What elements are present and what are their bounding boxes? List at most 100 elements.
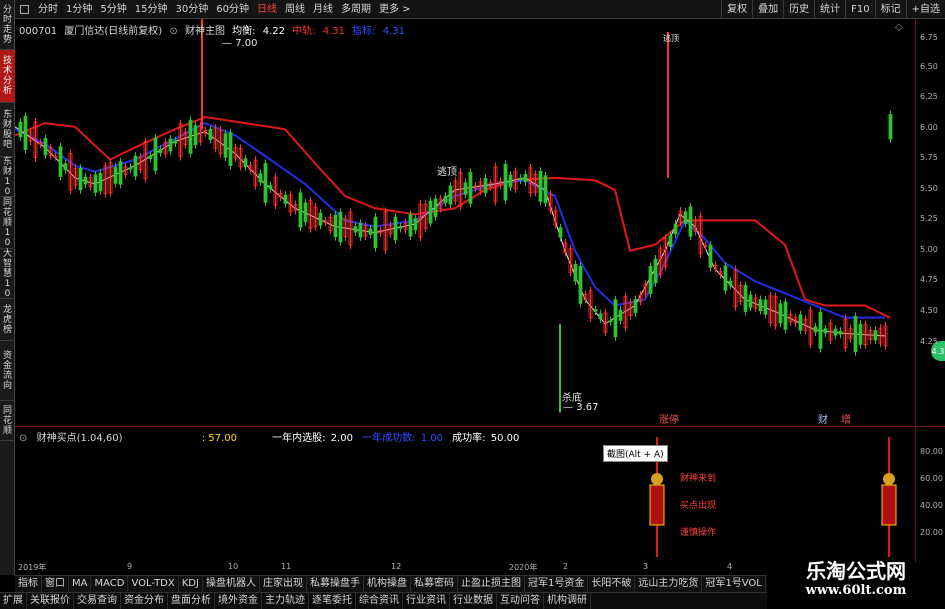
period-tab-10[interactable]: 更多 > (375, 0, 415, 19)
window-toggle-icon[interactable] (20, 4, 29, 14)
candle-body (743, 285, 748, 312)
sidebar-item-3[interactable]: 东财10 (0, 157, 15, 197)
period-tab-0[interactable]: 分时 (34, 0, 62, 19)
price-axis-tick: 6.00 (920, 123, 938, 132)
indicator-tab-7[interactable]: 庄家出现 (260, 576, 307, 592)
indicator-tab-3[interactable]: MACD (91, 576, 129, 592)
sidebar-item-char: 花 (2, 415, 12, 426)
candle-body (503, 163, 508, 201)
sub-axis-tick: 20.00 (920, 528, 943, 537)
indicator-tab-4[interactable]: VOL-TDX (128, 576, 179, 592)
bottom-tab-11[interactable]: 互动问答 (497, 593, 544, 609)
bottom-tab-12[interactable]: 机构调研 (544, 593, 591, 609)
toolbar-right-button-5[interactable]: 标记 (874, 0, 906, 19)
candle-body (668, 235, 673, 247)
bottom-tab-4[interactable]: 盘面分析 (168, 593, 215, 609)
indicator-tab-11[interactable]: 止盈止损主图 (458, 576, 525, 592)
sidebar-item-4[interactable]: 同花顺10 (0, 197, 15, 249)
limit-up-label: 涨停 (659, 415, 679, 426)
bottom-tab-6[interactable]: 主力轨迹 (262, 593, 309, 609)
toolbar-right-button-4[interactable]: F10 (845, 0, 874, 19)
period-tab-6[interactable]: 日线 (253, 0, 281, 19)
sub-formula-icon[interactable]: ⊙ (19, 433, 27, 444)
timeline-label: 2 (563, 562, 569, 571)
candle-body (838, 330, 843, 335)
bottom-tab-7[interactable]: 逐笔委托 (309, 593, 356, 609)
sidebar-item-char: 资 (2, 350, 12, 361)
bottom-tab-9[interactable]: 行业资讯 (403, 593, 450, 609)
candle-body (63, 163, 68, 171)
candle-body (78, 167, 83, 191)
period-tab-2[interactable]: 5分钟 (96, 0, 130, 19)
bottom-tab-3[interactable]: 资金分布 (121, 593, 168, 609)
candle-body (428, 200, 433, 224)
candle-body (408, 214, 413, 237)
bottom-tab-5[interactable]: 境外资金 (215, 593, 262, 609)
indicator-tab-1[interactable]: 窗口 (42, 576, 69, 592)
indicator-tab-0[interactable]: 指标 (15, 576, 42, 592)
period-tab-1[interactable]: 1分钟 (62, 0, 96, 19)
candle-body (128, 167, 133, 170)
formula-name[interactable]: 财神主图 (185, 26, 225, 37)
sidebar-item-char: 0 (4, 288, 11, 299)
sidebar-item-char: 1 (4, 278, 11, 289)
sidebar-item-5[interactable]: 大智慧10 (0, 249, 15, 299)
bottom-tab-1[interactable]: 关联报价 (27, 593, 74, 609)
left-sidebar: 分时走势技术分析东财股吧东财10同花顺10大智慧10龙虎榜资金流向同花顺 (0, 0, 15, 575)
screenshot-tooltip: 截图(Alt + A) (603, 445, 668, 462)
kline-canvas[interactable] (14, 7, 915, 426)
period-tab-4[interactable]: 30分钟 (171, 0, 212, 19)
sub-formula-name[interactable]: 财神买点(1.04,60) (37, 433, 123, 444)
lower-value: 4.31 (382, 26, 405, 37)
indicator-tab-15[interactable]: 冠军1号VOL (702, 576, 766, 592)
indicator-tab-14[interactable]: 远山主力吃货 (635, 576, 703, 592)
sidebar-item-0[interactable]: 分时走势 (0, 0, 15, 50)
toolbar-right-button-0[interactable]: 复权 (721, 0, 752, 19)
bottom-tab-10[interactable]: 行业数据 (450, 593, 497, 609)
period-tab-5[interactable]: 60分钟 (212, 0, 253, 19)
bottom-tab-2[interactable]: 交易查询 (74, 593, 121, 609)
sidebar-item-7[interactable]: 资金流向 (0, 341, 15, 401)
indicator-tab-13[interactable]: 长阳不破 (588, 576, 636, 592)
period-tab-9[interactable]: 多周期 (337, 0, 375, 19)
candle-body (368, 228, 373, 235)
rate-value: 50.00 (490, 433, 520, 444)
period-tab-3[interactable]: 15分钟 (131, 0, 172, 19)
sidebar-item-2[interactable]: 东财股吧 (0, 103, 15, 157)
indicator-tab-12[interactable]: 冠军1号资金 (525, 576, 589, 592)
formula-icon[interactable]: ⊙ (169, 26, 177, 37)
sidebar-item-char: 东 (2, 156, 12, 167)
period-tab-7[interactable]: 周线 (281, 0, 309, 19)
indicator-tab-9[interactable]: 机构操盘 (364, 576, 411, 592)
sidebar-item-char: 财 (2, 119, 12, 130)
indicator-tab-8[interactable]: 私募操盘手 (307, 576, 364, 592)
bottom-tab-8[interactable]: 综合资讯 (356, 593, 403, 609)
candle-body (508, 174, 513, 188)
candle-body (83, 176, 88, 185)
bottom-tab-0[interactable]: 扩展 (0, 593, 27, 609)
peak-price-label: — 7.00 (222, 38, 258, 49)
sidebar-item-1[interactable]: 技术分析 (0, 50, 15, 103)
sidebar-item-6[interactable]: 龙虎榜 (0, 299, 15, 341)
diamond-icon[interactable]: ◇ (895, 22, 903, 33)
timeline-label: 12 (391, 562, 402, 571)
sidebar-item-8[interactable]: 同花顺 (0, 401, 15, 441)
toolbar-right-button-1[interactable]: 叠加 (752, 0, 783, 19)
candle-body (338, 211, 343, 243)
bottom-price-label: — 3.67 (563, 402, 599, 413)
candle-body (798, 314, 803, 331)
toolbar-right-button-2[interactable]: 历史 (783, 0, 814, 19)
main-kline-chart[interactable]: 000701 厦门信达(日线前复权) ⊙ 财神主图 均衡: 4.22 中轨: 4… (14, 7, 915, 426)
toolbar-right-button-3[interactable]: 统计 (814, 0, 845, 19)
sub-canvas[interactable] (15, 427, 915, 562)
period-tab-8[interactable]: 月线 (309, 0, 337, 19)
candle-body (223, 133, 228, 158)
indicator-tab-10[interactable]: 私募密码 (411, 576, 458, 592)
sidebar-item-char: 花 (2, 207, 12, 218)
candle-body (538, 170, 543, 202)
indicator-tab-5[interactable]: KDJ (179, 576, 203, 592)
indicator-tab-6[interactable]: 操盘机器人 (203, 576, 260, 592)
sub-indicator-chart[interactable]: ⊙ 财神买点(1.04,60) : 57.00 一年内选股: 2.00 一年成功… (15, 427, 915, 562)
toolbar-right-button-6[interactable]: +自选 (905, 0, 945, 19)
indicator-tab-2[interactable]: MA (69, 576, 92, 592)
